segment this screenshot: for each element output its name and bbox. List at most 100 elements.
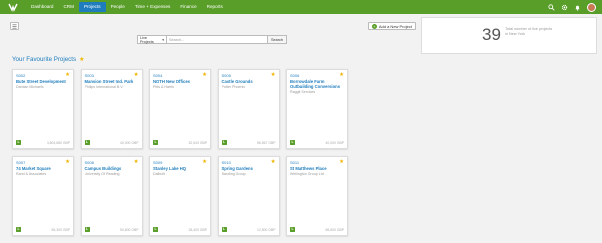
project-value: 3,804,680 GBP xyxy=(46,140,70,145)
project-card-footer: L 3,804,680 GBP xyxy=(16,140,70,145)
project-value: 50,600 GBP xyxy=(120,227,139,232)
project-card-footer: L 50,600 GBP xyxy=(84,227,139,232)
nav-item-time-expenses[interactable]: Time + Expenses xyxy=(130,2,175,12)
favourite-star-icon[interactable]: ★ xyxy=(202,72,207,78)
nav-item-projects[interactable]: Projects xyxy=(78,2,106,12)
project-name[interactable]: 74 Market Square xyxy=(16,166,71,171)
project-value: 56,567 GBP xyxy=(257,140,276,145)
live-status-badge: L xyxy=(16,140,21,145)
project-client: Pitts & Harris xyxy=(153,84,174,89)
project-card[interactable]: S010 ★ Spring Gardens Banding Group L 12,800 … xyxy=(217,156,280,236)
nav-item-crm[interactable]: CRM xyxy=(58,2,78,12)
project-card-footer: L 40,000 GBP xyxy=(84,140,139,145)
project-name[interactable]: Bute Street Development xyxy=(16,79,71,84)
project-value: 40,000 GBP xyxy=(325,140,344,145)
search-button[interactable]: Search xyxy=(268,35,288,44)
project-card[interactable]: S007 ★ 74 Market Square Rand & Associates L 6… xyxy=(12,156,74,236)
favourite-star-icon[interactable]: ★ xyxy=(202,159,207,165)
favourite-star-icon[interactable]: ★ xyxy=(339,159,344,165)
favourite-star-icon[interactable]: ★ xyxy=(339,72,344,78)
project-code[interactable]: S006 xyxy=(290,73,299,78)
avatar[interactable] xyxy=(587,2,596,12)
project-code[interactable]: S008 xyxy=(85,160,94,165)
project-card-footer: L 40,000 GBP xyxy=(290,140,344,145)
favourite-star-icon[interactable]: ★ xyxy=(65,72,70,78)
project-client: Wellington Group Ltd xyxy=(290,171,324,176)
search-button-label: Search xyxy=(271,37,284,42)
search-input[interactable]: Search... xyxy=(167,35,268,44)
project-name[interactable]: NOTH New Offices xyxy=(153,79,208,84)
project-code[interactable]: S011 xyxy=(290,160,299,165)
favourite-star-icon[interactable]: ★ xyxy=(134,72,139,78)
project-filter-select[interactable]: Live Projects ▾ xyxy=(137,35,167,44)
list-icon xyxy=(12,24,17,28)
gear-icon[interactable] xyxy=(561,4,568,11)
project-name[interactable]: Mansion Street Ind. Park xyxy=(85,79,140,84)
live-projects-label: Total number of live projects in New Yor… xyxy=(505,27,553,36)
project-client: Raggit Services xyxy=(290,89,316,94)
project-name[interactable]: Borrowdale Farm Outbuilding Conversions xyxy=(290,79,345,89)
search-bar: Live Projects ▾ Search... Search xyxy=(137,35,288,44)
project-name[interactable]: Stanley Lake HQ xyxy=(153,166,208,171)
project-client: University Of Reading xyxy=(84,171,120,176)
project-card[interactable]: S009 ★ Stanley Lake HQ Dalbuilt L 28,400 GBP xyxy=(149,156,211,236)
star-icon: ★ xyxy=(79,56,85,63)
favourite-projects-heading: Your Favourite Projects ★ xyxy=(12,56,85,63)
project-card[interactable]: S003 ★ Mansion Street Ind. Park Philips Int… xyxy=(80,69,143,149)
bell-icon[interactable] xyxy=(574,4,581,11)
project-card[interactable]: S002 ★ Bute Street Development Damian Micha… xyxy=(12,69,74,149)
project-code[interactable]: S004 xyxy=(153,73,162,78)
live-status-badge: L xyxy=(153,140,158,145)
project-card[interactable]: S004 ★ NOTH New Offices Pitts & Harris L 32,5… xyxy=(149,69,211,149)
section-title: Your Favourite Projects xyxy=(12,56,77,63)
project-code[interactable]: S009 xyxy=(153,160,162,165)
nav-item-finance[interactable]: Finance xyxy=(175,2,201,12)
project-name[interactable]: St Matthews Place xyxy=(290,166,345,171)
logo-icon[interactable] xyxy=(6,0,20,14)
project-client: Philips International B.V. xyxy=(84,84,124,89)
project-code[interactable]: S005 xyxy=(222,73,231,78)
live-status-badge: L xyxy=(16,227,21,232)
project-card[interactable]: S006 ★ Borrowdale Farm Outbuilding Convers… xyxy=(286,69,348,149)
project-code[interactable]: S007 xyxy=(16,160,25,165)
project-code[interactable]: S002 xyxy=(16,73,25,78)
project-value: 40,000 GBP xyxy=(120,140,139,145)
project-value: 12,800 GBP xyxy=(257,227,276,232)
project-value: 65,300 GBP xyxy=(51,227,70,232)
nav-item-dashboard[interactable]: Dashboard xyxy=(26,2,58,12)
favourite-star-icon[interactable]: ★ xyxy=(65,159,70,165)
main-nav: Dashboard CRM Projects People Time + Expense… xyxy=(26,0,228,14)
list-view-button[interactable] xyxy=(10,22,19,30)
favourite-star-icon[interactable]: ★ xyxy=(271,159,276,165)
search-icon[interactable] xyxy=(548,3,555,11)
nav-item-people[interactable]: People xyxy=(106,2,130,12)
project-code[interactable]: S010 xyxy=(222,160,231,165)
top-right-icons xyxy=(548,2,596,12)
project-value: 28,400 GBP xyxy=(188,227,207,232)
nav-item-reports[interactable]: Reports xyxy=(202,2,228,12)
project-name[interactable]: Spring Gardens xyxy=(222,166,277,171)
project-name[interactable]: Castle Grounds xyxy=(222,79,277,84)
project-code[interactable]: S003 xyxy=(85,73,94,78)
project-card-footer: L 56,600 GBP xyxy=(290,227,344,232)
project-filter-value: Live Projects xyxy=(140,35,154,44)
favourite-star-icon[interactable]: ★ xyxy=(134,159,139,165)
project-card[interactable]: S008 ★ Campus Buildings University Of Readi… xyxy=(80,156,143,236)
project-name[interactable]: Campus Buildings xyxy=(85,166,140,171)
live-status-badge: L xyxy=(290,140,295,145)
favourite-star-icon[interactable]: ★ xyxy=(271,72,276,78)
add-new-project-button[interactable]: + Add a New Project xyxy=(367,22,416,30)
main-content: + Add a New Project Live Projects ▾ Sear… xyxy=(9,19,416,243)
project-card-footer: L 56,567 GBP xyxy=(221,140,276,145)
project-card[interactable]: S011 ★ St Matthews Place Wellington Group L… xyxy=(286,156,348,236)
add-new-project-label: Add a New Project xyxy=(378,23,412,29)
project-client: Dalbuilt xyxy=(153,171,165,176)
project-card[interactable]: S005 ★ Castle Grounds Potter Phoenix L 56,567… xyxy=(217,69,280,149)
project-card-footer: L 32,543 GBP xyxy=(153,140,207,145)
project-value: 32,543 GBP xyxy=(188,140,207,145)
top-navigation-bar: Dashboard CRM Projects People Time + Expense… xyxy=(0,0,602,14)
chevron-down-icon: ▾ xyxy=(162,37,164,42)
project-client: Banding Group xyxy=(221,171,246,176)
live-status-badge: L xyxy=(221,140,227,145)
live-projects-stat-panel: 39 Total number of live projects in New … xyxy=(421,17,597,54)
